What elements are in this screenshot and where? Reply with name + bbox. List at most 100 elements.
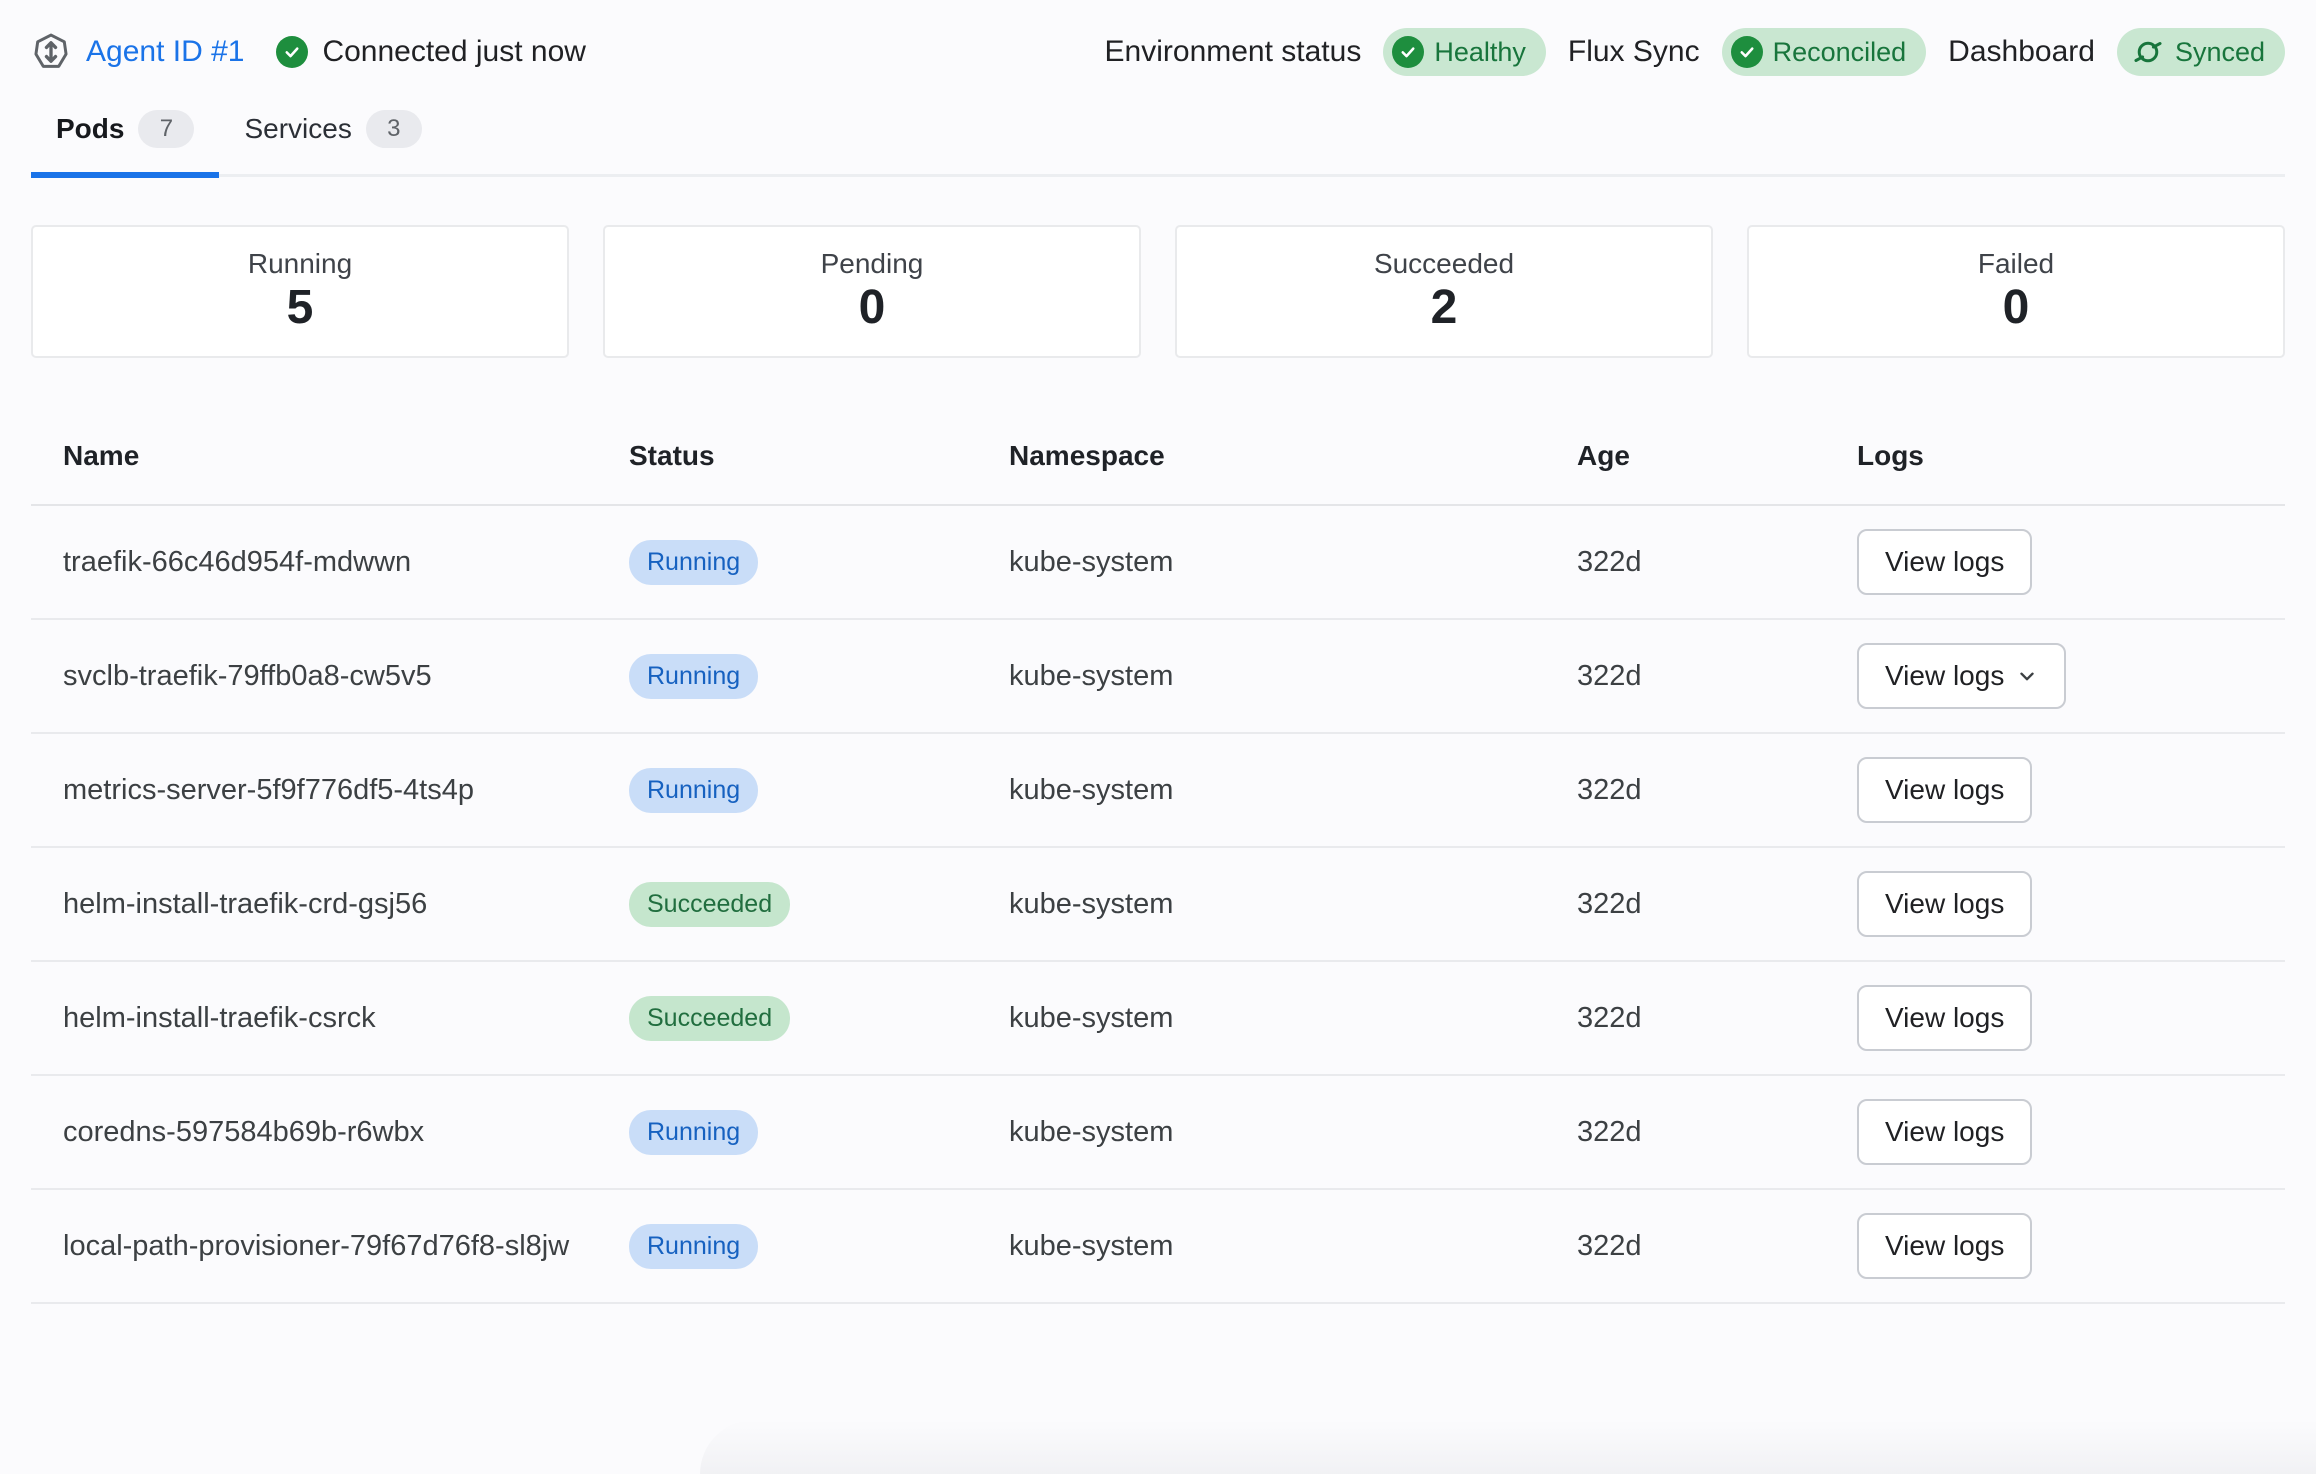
status-cell: Succeeded xyxy=(597,996,977,1041)
stat-value: 2 xyxy=(1431,282,1458,335)
logs-cell: View logs xyxy=(1825,1213,2285,1279)
synced-badge: Synced xyxy=(2117,28,2285,76)
sync-commit-icon xyxy=(2131,35,2165,69)
agent-id-link[interactable]: Agent ID #1 xyxy=(86,35,244,69)
pod-name: helm-install-traefik-csrck xyxy=(31,996,597,1041)
page-bottom-shade xyxy=(700,1420,2316,1474)
tab-services-count-badge: 3 xyxy=(366,110,422,148)
environment-status-group: Environment status Healthy Flux Sync Rec… xyxy=(1105,28,2285,76)
stat-value: 5 xyxy=(287,282,314,335)
namespace-cell: kube-system xyxy=(977,1002,1545,1035)
pod-name: traefik-66c46d954f-mdwwn xyxy=(31,540,597,585)
namespace-cell: kube-system xyxy=(977,660,1545,693)
view-logs-label: View logs xyxy=(1885,660,2004,692)
logs-cell: View logs xyxy=(1825,757,2285,823)
view-logs-button[interactable]: View logs xyxy=(1857,1099,2032,1165)
logs-cell: View logs xyxy=(1825,529,2285,595)
healthy-badge: Healthy xyxy=(1383,28,1546,76)
healthy-badge-label: Healthy xyxy=(1434,37,1526,68)
view-logs-button[interactable]: View logs xyxy=(1857,985,2032,1051)
status-cell: Running xyxy=(597,540,977,585)
namespace-cell: kube-system xyxy=(977,888,1545,921)
agent-hexagon-arrow-icon xyxy=(30,31,72,73)
stat-card-succeeded: Succeeded 2 xyxy=(1175,225,1713,358)
tab-services-label: Services xyxy=(244,113,351,145)
view-logs-label: View logs xyxy=(1885,888,2004,920)
stat-label: Succeeded xyxy=(1374,248,1514,280)
namespace-cell: kube-system xyxy=(977,546,1545,579)
status-cell: Running xyxy=(597,1224,977,1269)
logs-cell: View logs xyxy=(1825,985,2285,1051)
stat-card-failed: Failed 0 xyxy=(1747,225,2285,358)
synced-badge-label: Synced xyxy=(2175,37,2265,68)
healthy-check-icon xyxy=(1392,36,1424,68)
age-cell: 322d xyxy=(1545,1230,1825,1263)
view-logs-label: View logs xyxy=(1885,774,2004,806)
status-badge: Running xyxy=(629,1224,758,1269)
status-badge: Running xyxy=(629,768,758,813)
tab-pods-count-badge: 7 xyxy=(138,110,194,148)
table-body: traefik-66c46d954f-mdwwn Running kube-syst… xyxy=(31,506,2285,1304)
table-row: svclb-traefik-79ffb0a8-cw5v5 Running kube-… xyxy=(31,620,2285,734)
table-row: traefik-66c46d954f-mdwwn Running kube-syst… xyxy=(31,506,2285,620)
status-cell: Running xyxy=(597,768,977,813)
stat-label: Failed xyxy=(1978,248,2054,280)
age-cell: 322d xyxy=(1545,888,1825,921)
pods-table: Name Status Namespace Age Logs traefik-6… xyxy=(31,400,2285,1304)
reconciled-badge: Reconciled xyxy=(1722,28,1927,76)
reconciled-check-icon xyxy=(1731,36,1763,68)
status-badge: Succeeded xyxy=(629,996,790,1041)
view-logs-button[interactable]: View logs xyxy=(1857,871,2032,937)
chevron-down-icon xyxy=(2016,665,2038,687)
status-badge: Running xyxy=(629,654,758,699)
view-logs-label: View logs xyxy=(1885,1230,2004,1262)
table-row: helm-install-traefik-crd-gsj56 Succeeded k… xyxy=(31,848,2285,962)
connected-check-icon xyxy=(276,36,308,68)
status-badge: Running xyxy=(629,1110,758,1155)
stat-card-running: Running 5 xyxy=(31,225,569,358)
view-logs-button[interactable]: View logs xyxy=(1857,643,2066,709)
stat-label: Running xyxy=(248,248,352,280)
column-header-logs: Logs xyxy=(1825,440,2285,504)
tab-pods[interactable]: Pods 7 xyxy=(31,110,219,178)
logs-cell: View logs xyxy=(1825,643,2285,709)
pod-name: metrics-server-5f9f776df5-4ts4p xyxy=(31,768,597,813)
age-cell: 322d xyxy=(1545,1002,1825,1035)
status-cell: Running xyxy=(597,1110,977,1155)
namespace-cell: kube-system xyxy=(977,1116,1545,1149)
namespace-cell: kube-system xyxy=(977,774,1545,807)
status-badge: Running xyxy=(629,540,758,585)
namespace-cell: kube-system xyxy=(977,1230,1545,1263)
view-logs-label: View logs xyxy=(1885,1116,2004,1148)
view-logs-label: View logs xyxy=(1885,546,2004,578)
age-cell: 322d xyxy=(1545,660,1825,693)
pod-name: helm-install-traefik-crd-gsj56 xyxy=(31,882,597,927)
view-logs-button[interactable]: View logs xyxy=(1857,757,2032,823)
view-logs-button[interactable]: View logs xyxy=(1857,529,2032,595)
tab-services[interactable]: Services 3 xyxy=(219,110,446,178)
tab-pods-label: Pods xyxy=(56,113,124,145)
top-bar: Agent ID #1 Connected just now Environme… xyxy=(30,28,2285,76)
table-row: coredns-597584b69b-r6wbx Running kube-syst… xyxy=(31,1076,2285,1190)
pod-name: coredns-597584b69b-r6wbx xyxy=(31,1110,597,1155)
environment-status-label: Environment status xyxy=(1105,35,1362,69)
view-logs-label: View logs xyxy=(1885,1002,2004,1034)
pod-stats-cards: Running 5 Pending 0 Succeeded 2 Failed 0 xyxy=(31,225,2285,358)
pod-name: svclb-traefik-79ffb0a8-cw5v5 xyxy=(31,654,597,699)
table-header-row: Name Status Namespace Age Logs xyxy=(31,400,2285,506)
tab-bar: Pods 7 Services 3 xyxy=(31,110,2285,177)
age-cell: 322d xyxy=(1545,774,1825,807)
table-row: local-path-provisioner-79f67d76f8-sl8jw R… xyxy=(31,1190,2285,1304)
pod-name: local-path-provisioner-79f67d76f8-sl8jw xyxy=(31,1224,597,1269)
table-row: helm-install-traefik-csrck Succeeded kube-… xyxy=(31,962,2285,1076)
logs-cell: View logs xyxy=(1825,1099,2285,1165)
status-badge: Succeeded xyxy=(629,882,790,927)
column-header-namespace: Namespace xyxy=(977,440,1545,504)
status-cell: Running xyxy=(597,654,977,699)
view-logs-button[interactable]: View logs xyxy=(1857,1213,2032,1279)
stat-value: 0 xyxy=(2003,282,2030,335)
age-cell: 322d xyxy=(1545,546,1825,579)
connection-status-text: Connected just now xyxy=(322,35,586,69)
column-header-name: Name xyxy=(31,440,597,504)
column-header-age: Age xyxy=(1545,440,1825,504)
